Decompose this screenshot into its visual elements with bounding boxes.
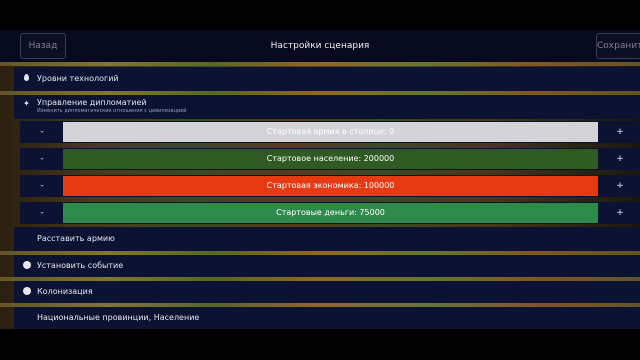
increase-button[interactable]: + — [610, 148, 630, 170]
menu-item-label: Национальные провинции, Население — [37, 313, 200, 322]
stat-bar-army: Стартовая армия в столице: 0 — [63, 122, 598, 142]
decrease-button[interactable]: - — [32, 148, 52, 170]
decrease-button[interactable]: - — [32, 175, 52, 197]
menu-item-sublabel: Изменить дипломатические отношения с цив… — [37, 108, 187, 114]
increase-button[interactable]: + — [610, 121, 630, 143]
bottom-bar — [0, 329, 640, 360]
stat-bar-population: Стартовое население: 200000 — [63, 149, 598, 169]
circle-icon — [22, 261, 31, 270]
top-bar: Назад Настройки сценария Сохранить — [0, 30, 640, 62]
decrease-button[interactable]: - — [32, 121, 52, 143]
dove-icon: ✦ — [23, 99, 30, 108]
circle-icon — [22, 287, 31, 296]
stat-row-economy: - Стартовая экономика: 100000 + — [20, 175, 640, 197]
top-black-bar — [0, 0, 640, 30]
map-strip — [0, 62, 640, 66]
menu-item-label: Расставить армию — [37, 234, 115, 243]
stat-row-army: - Стартовая армия в столице: 0 + — [20, 121, 640, 143]
menu-item-provinces[interactable]: Национальные провинции, Население — [14, 307, 640, 329]
stat-bar-money: Стартовые деньги: 75000 — [63, 203, 598, 223]
menu-item-deploy-army[interactable]: Расставить армию — [14, 227, 640, 251]
stat-bar-economy: Стартовая экономика: 100000 — [63, 176, 598, 196]
page-title: Настройки сценария — [270, 41, 370, 51]
stat-row-population: - Стартовое население: 200000 + — [20, 148, 640, 170]
increase-button[interactable]: + — [610, 202, 630, 224]
menu-item-set-event[interactable]: Установить событие — [14, 255, 640, 277]
menu-item-colonization[interactable]: Колонизация — [14, 281, 640, 303]
menu-item-label: Управление дипломатией — [37, 98, 147, 107]
menu-item-diplomacy[interactable]: ✦ Управление дипломатией Изменить диплом… — [14, 95, 640, 119]
menu-item-label: Уровни технологий — [37, 74, 119, 83]
menu-item-label: Установить событие — [37, 261, 124, 270]
pin-icon — [22, 74, 31, 83]
decrease-button[interactable]: - — [32, 202, 52, 224]
stat-row-money: - Стартовые деньги: 75000 + — [20, 202, 640, 224]
increase-button[interactable]: + — [610, 175, 630, 197]
menu-item-label: Колонизация — [37, 287, 93, 296]
menu-item-tech-levels[interactable]: Уровни технологий — [14, 67, 640, 91]
scenario-settings-screen: Назад Настройки сценария Сохранить Уровн… — [0, 0, 640, 360]
save-button[interactable]: Сохранить — [596, 33, 640, 59]
